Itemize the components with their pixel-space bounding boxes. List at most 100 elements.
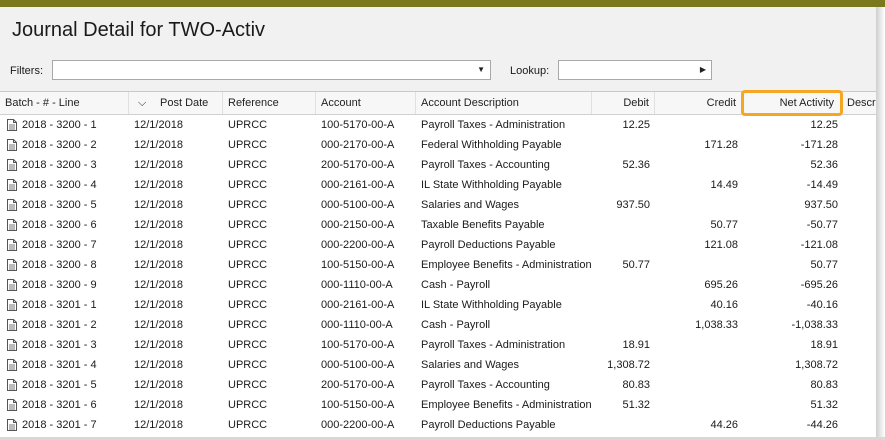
cell-ref: UPRCC bbox=[228, 259, 268, 271]
document-icon[interactable] bbox=[7, 119, 17, 131]
cell-debit: 937.50 bbox=[616, 199, 650, 211]
column-header-credit[interactable]: Credit bbox=[655, 92, 742, 114]
document-icon[interactable] bbox=[7, 199, 17, 211]
cell-debit: 12.25 bbox=[622, 119, 650, 131]
cell-account: 000-2170-00-A bbox=[321, 139, 395, 151]
cell-net: 12.25 bbox=[810, 119, 838, 131]
cell-net: 50.77 bbox=[810, 259, 838, 271]
table-row[interactable]: 2018 - 3200 - 3 12/1/2018 UPRCC 200-5170-00… bbox=[0, 155, 876, 175]
table-row[interactable]: 2018 - 3200 - 7 12/1/2018 UPRCC 000-2200-00… bbox=[0, 235, 876, 255]
cell-debit bbox=[592, 275, 650, 295]
cell-date: 12/1/2018 bbox=[134, 379, 183, 391]
document-icon[interactable] bbox=[7, 339, 17, 351]
cell-account: 200-5170-00-A bbox=[321, 159, 395, 171]
table-row[interactable]: 2018 - 3200 - 6 12/1/2018 UPRCC 000-2150-00… bbox=[0, 215, 876, 235]
cell-date: 12/1/2018 bbox=[134, 139, 183, 151]
cell-batch: 2018 - 3201 - 7 bbox=[22, 419, 97, 431]
cell-ref: UPRCC bbox=[228, 319, 268, 331]
document-icon[interactable] bbox=[7, 419, 17, 431]
document-icon[interactable] bbox=[7, 279, 17, 291]
cell-desc: Federal Withholding Payable bbox=[421, 139, 562, 151]
document-icon[interactable] bbox=[7, 299, 17, 311]
table-row[interactable]: 2018 - 3200 - 1 12/1/2018 UPRCC 100-5170-00… bbox=[0, 115, 876, 135]
cell-ref: UPRCC bbox=[228, 219, 268, 231]
cell-batch: 2018 - 3200 - 3 bbox=[22, 159, 97, 171]
table-row[interactable]: 2018 - 3200 - 5 12/1/2018 UPRCC 000-5100-00… bbox=[0, 195, 876, 215]
journal-grid: Batch - # - Line ⌵ Post Date Reference Ac… bbox=[0, 91, 876, 437]
document-icon[interactable] bbox=[7, 319, 17, 331]
cell-ref: UPRCC bbox=[228, 419, 268, 431]
cell-account: 000-2200-00-A bbox=[321, 239, 395, 251]
cell-desc: IL State Withholding Payable bbox=[421, 299, 562, 311]
cell-batch: 2018 - 3200 - 5 bbox=[22, 199, 97, 211]
cell-batch: 2018 - 3201 - 5 bbox=[22, 379, 97, 391]
cell-desc: Salaries and Wages bbox=[421, 199, 520, 211]
sort-chevron-icon: ⌵ bbox=[138, 97, 147, 109]
column-header-post-date[interactable]: ⌵ Post Date bbox=[129, 92, 223, 114]
cell-net: -44.26 bbox=[806, 419, 838, 431]
column-header-post-date-label: Post Date bbox=[160, 97, 209, 109]
cell-credit bbox=[655, 375, 738, 395]
cell-debit bbox=[592, 235, 650, 255]
cell-desc: Employee Benefits - Administration bbox=[421, 399, 591, 411]
cell-date: 12/1/2018 bbox=[134, 159, 183, 171]
cell-debit bbox=[592, 415, 650, 435]
cell-credit: 14.49 bbox=[710, 179, 738, 191]
cell-credit: 40.16 bbox=[710, 299, 738, 311]
table-row[interactable]: 2018 - 3201 - 7 12/1/2018 UPRCC 000-2200-00… bbox=[0, 415, 876, 435]
table-row[interactable]: 2018 - 3200 - 9 12/1/2018 UPRCC 000-1110-00… bbox=[0, 275, 876, 295]
cell-date: 12/1/2018 bbox=[134, 219, 183, 231]
cell-account: 000-5100-00-A bbox=[321, 199, 395, 211]
lookup-field[interactable]: ▶ bbox=[558, 60, 712, 80]
table-row[interactable]: 2018 - 3201 - 6 12/1/2018 UPRCC 100-5150-00… bbox=[0, 395, 876, 415]
chevron-down-icon[interactable]: ▼ bbox=[477, 65, 485, 74]
column-header-description[interactable]: Descrip bbox=[842, 92, 876, 114]
table-row[interactable]: 2018 - 3201 - 1 12/1/2018 UPRCC 000-2161-00… bbox=[0, 295, 876, 315]
cell-net: 51.32 bbox=[810, 399, 838, 411]
cell-batch: 2018 - 3200 - 4 bbox=[22, 179, 97, 191]
cell-batch: 2018 - 3200 - 6 bbox=[22, 219, 97, 231]
cell-credit bbox=[655, 255, 738, 275]
cell-net: 937.50 bbox=[804, 199, 838, 211]
cell-batch: 2018 - 3201 - 2 bbox=[22, 319, 97, 331]
cell-desc: Payroll Taxes - Administration bbox=[421, 339, 566, 351]
document-icon[interactable] bbox=[7, 219, 17, 231]
document-icon[interactable] bbox=[7, 159, 17, 171]
document-icon[interactable] bbox=[7, 139, 17, 151]
document-icon[interactable] bbox=[7, 239, 17, 251]
table-row[interactable]: 2018 - 3200 - 4 12/1/2018 UPRCC 000-2161-00… bbox=[0, 175, 876, 195]
cell-account: 100-5150-00-A bbox=[321, 399, 395, 411]
net-activity-highlight bbox=[741, 90, 843, 116]
cell-date: 12/1/2018 bbox=[134, 339, 183, 351]
filters-dropdown[interactable]: ▼ bbox=[52, 60, 491, 80]
cell-ref: UPRCC bbox=[228, 199, 268, 211]
cell-net: -50.77 bbox=[806, 219, 838, 231]
column-header-batch[interactable]: Batch - # - Line bbox=[0, 92, 129, 114]
document-icon[interactable] bbox=[7, 399, 17, 411]
cell-batch: 2018 - 3200 - 1 bbox=[22, 119, 97, 131]
cell-batch: 2018 - 3200 - 7 bbox=[22, 239, 97, 251]
column-header-debit[interactable]: Debit bbox=[592, 92, 655, 114]
table-row[interactable]: 2018 - 3201 - 5 12/1/2018 UPRCC 200-5170-00… bbox=[0, 375, 876, 395]
document-icon[interactable] bbox=[7, 179, 17, 191]
column-header-reference[interactable]: Reference bbox=[223, 92, 316, 114]
column-header-account[interactable]: Account bbox=[316, 92, 416, 114]
table-row[interactable]: 2018 - 3201 - 4 12/1/2018 UPRCC 000-5100-00… bbox=[0, 355, 876, 375]
document-icon[interactable] bbox=[7, 379, 17, 391]
document-icon[interactable] bbox=[7, 259, 17, 271]
cell-credit bbox=[655, 195, 738, 215]
table-row[interactable]: 2018 - 3200 - 2 12/1/2018 UPRCC 000-2170-00… bbox=[0, 135, 876, 155]
document-icon[interactable] bbox=[7, 359, 17, 371]
cell-date: 12/1/2018 bbox=[134, 419, 183, 431]
cell-debit bbox=[592, 315, 650, 335]
cell-debit bbox=[592, 295, 650, 315]
chevron-right-icon[interactable]: ▶ bbox=[700, 65, 706, 74]
cell-desc: Payroll Deductions Payable bbox=[421, 239, 556, 251]
table-row[interactable]: 2018 - 3201 - 2 12/1/2018 UPRCC 000-1110-00… bbox=[0, 315, 876, 335]
cell-net: -1,038.33 bbox=[791, 319, 838, 331]
column-header-account-description[interactable]: Account Description bbox=[416, 92, 592, 114]
table-row[interactable]: 2018 - 3200 - 8 12/1/2018 UPRCC 100-5150-00… bbox=[0, 255, 876, 275]
table-row[interactable]: 2018 - 3201 - 3 12/1/2018 UPRCC 100-5170-00… bbox=[0, 335, 876, 355]
cell-ref: UPRCC bbox=[228, 139, 268, 151]
cell-ref: UPRCC bbox=[228, 299, 268, 311]
